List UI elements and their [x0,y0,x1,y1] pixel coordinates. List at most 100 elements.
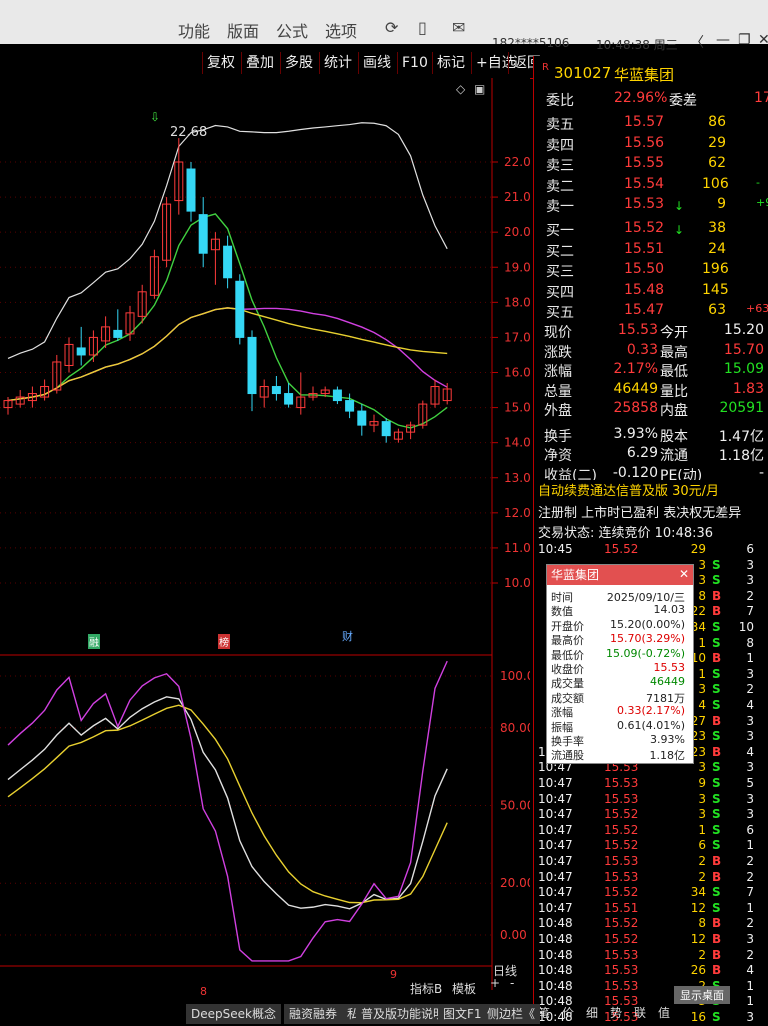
mail-icon[interactable]: ✉ [452,18,465,37]
bottom-tab[interactable]: DeepSeek概念 [186,1004,281,1024]
menu-formula[interactable]: 公式 [276,18,308,42]
side-tab[interactable]: 势 [610,1004,622,1021]
candle-body[interactable] [247,336,257,395]
bottom-tab[interactable]: 融资融券 [284,1004,343,1024]
tick-count: 3 [746,1010,754,1024]
margin-event-marker[interactable]: 融 [88,634,100,649]
tick-count: 1 [746,651,754,666]
side-tab[interactable]: 联 [634,1004,646,1021]
tick-direction: S [712,807,721,822]
buy-level-row[interactable]: 买四 15.48 145 [534,282,768,302]
tick-count: 7 [746,885,754,900]
sync-icon[interactable]: ⟳ [385,18,398,37]
candle-body[interactable] [357,410,367,426]
sell-level-row[interactable]: 卖五 15.57 86 [534,114,768,134]
tooltip-value: 15.70(3.29%) [609,632,685,646]
quote-label: 今开 [660,325,688,341]
buy-level-row[interactable]: 买二 15.51 24 [534,241,768,261]
template-button[interactable]: 模板 [452,980,476,997]
menu-options[interactable]: 选项 [325,18,357,42]
date-mark-8: 8 [200,985,207,998]
price-axis-label: 21.00 [504,190,530,204]
tick-direction: B [712,604,722,619]
mark-button[interactable]: 标记 [432,52,469,74]
bottom-tab[interactable]: 侧边栏《 [482,1004,541,1024]
overlay-button[interactable]: 叠加 [241,52,278,74]
side-tab[interactable]: 值 [658,1004,670,1021]
finance-event-marker[interactable]: 财 [342,628,353,644]
level-volume: 62 [708,155,726,171]
candle-body[interactable] [345,400,355,412]
candle-body[interactable] [271,386,281,395]
price-axis-label: 10.00 [504,576,530,590]
candle-body[interactable] [186,168,196,212]
panel-toggle-icon[interactable]: ▣ [474,82,485,96]
tick-price: 15.53 [604,776,639,790]
level-price: 15.48 [624,281,665,298]
tick-row: 10:47 15.52 6 S 1 [534,838,768,854]
back-icon[interactable]: 〈 [690,32,704,52]
close-icon[interactable]: ✕ [758,32,768,48]
promo-banner[interactable]: 自动续费通达信普及版 30元/月 [534,480,768,499]
tick-price: 15.52 [604,822,639,837]
indicator-b-button[interactable]: 指标B [410,980,442,997]
restore-icon[interactable]: ❐ [738,32,751,48]
minimize-icon[interactable]: — [716,32,730,48]
diamond-icon[interactable]: ◇ [456,82,465,96]
kline-chart[interactable]: 22.00 21.00 20.00 19.00 18.00 17.00 16.00 15.00… [0,78,530,990]
tick-row: 10:47 15.53 2 B 2 [534,870,768,886]
candle-body[interactable] [381,421,391,437]
side-tab[interactable]: 细 [586,1004,598,1021]
promo-banner-text[interactable]: 自动续费通达信普及版 30元/月 [538,480,719,499]
candle-body[interactable] [284,393,294,405]
candle-body[interactable] [235,280,245,338]
period-daily-button[interactable]: 日线 [493,962,517,979]
buy-level-row[interactable]: 买三 15.50 196 [534,261,768,281]
bottom-tab[interactable]: 普及版功能说明 [356,1004,451,1024]
tooltip-close-icon[interactable]: ✕ [679,567,689,581]
sell-level-row[interactable]: 卖一 15.53 9 +9 [534,196,768,216]
tick-count: 3 [746,557,754,572]
tick-direction: S [712,635,721,650]
f10-button[interactable]: F10 [397,52,432,74]
draw-line-button[interactable]: 画线 [358,52,395,74]
sell-level-row[interactable]: 卖二 15.54 106 - [534,176,768,196]
candle-body[interactable] [198,214,208,254]
osc-axis-label: 100.00 [500,669,530,683]
show-desktop-button[interactable]: 显示桌面 [674,986,730,1004]
tick-direction: S [712,1010,721,1024]
phone-icon[interactable]: ▯ [418,18,427,37]
quote-value: 25858 [613,400,658,416]
buy-level-row[interactable]: 买五 15.47 63 +63 [534,302,768,322]
level-price: 15.57 [624,114,665,130]
statistics-button[interactable]: 统计 [319,52,356,74]
candle-body[interactable] [113,329,123,338]
tick-time: 10:47 [538,838,573,853]
quote-row: 净资 6.29 流通 1.18亿 [534,445,768,465]
buy-level-row[interactable]: 买一 15.52 38 [534,220,768,240]
ranking-event-marker[interactable]: 榜 [218,634,230,649]
sell-level-row[interactable]: 卖三 15.55 62 [534,155,768,175]
tick-price: 15.53 [604,978,639,993]
side-tab[interactable]: 价 [562,1004,574,1021]
candle-body[interactable] [76,347,86,356]
tick-count: 4 [746,963,754,978]
menu-layout[interactable]: 版面 [227,18,259,42]
candle-body[interactable] [332,389,342,402]
quote-label: 涨跌 [544,344,572,361]
level-volume: 29 [708,134,726,151]
quote-row: 外盘 25858 内盘 20591 [534,400,768,420]
menu-function[interactable]: 功能 [178,18,210,42]
candle-tooltip: 华蓝集团 ✕ 时间 2025/09/10/三 数值 14.03 开盘价 15.20(0.0… [546,564,694,764]
multi-stock-button[interactable]: 多股 [280,52,317,74]
tick-row: 10:45 15.52 29 6 [534,542,768,558]
weibi-value: 22.96% [614,90,668,106]
trade-status: 交易状态: 连续竞价 10:48:36 [534,522,768,542]
tick-time: 10:47 [538,822,573,837]
restore-rights-button[interactable]: 复权 [202,52,239,74]
candle-body[interactable] [223,245,233,279]
sell-level-row[interactable]: 卖四 15.56 29 [534,135,768,155]
tick-count: 2 [746,916,754,931]
osc-axis-label: 0.00 [500,928,527,942]
tick-row: 10:47 15.52 3 S 3 [534,807,768,823]
